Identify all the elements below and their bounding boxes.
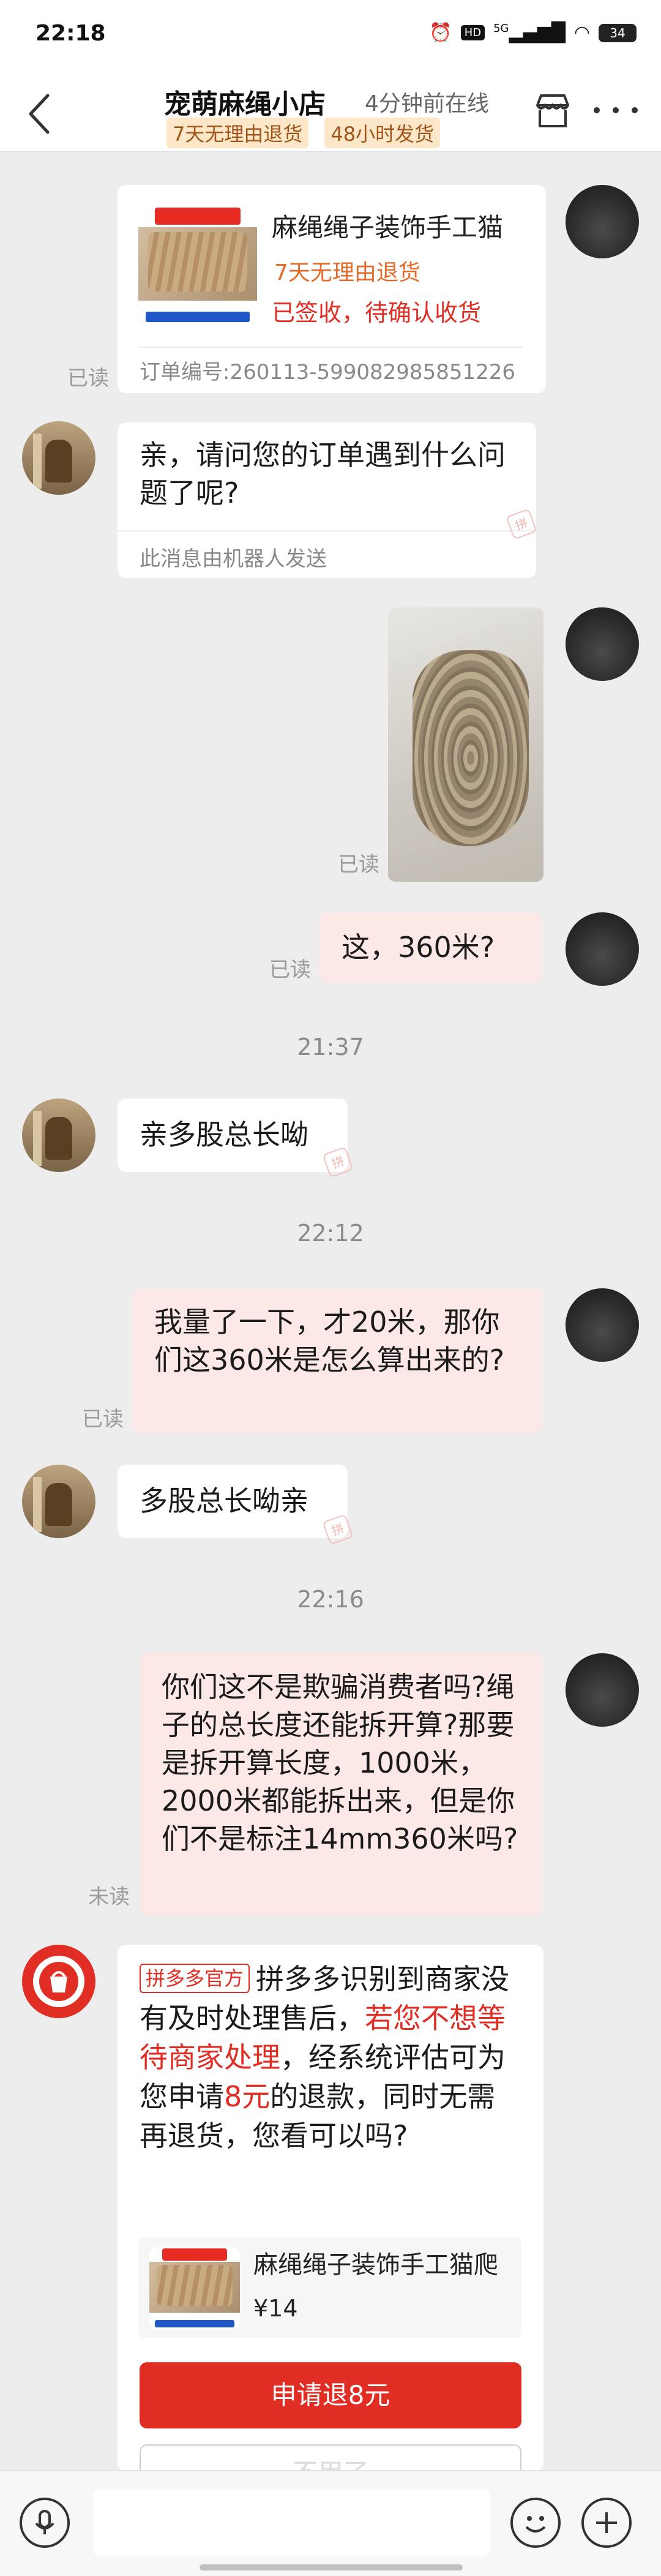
store-icon[interactable] xyxy=(534,92,572,130)
rope-photo[interactable] xyxy=(388,607,543,882)
message-text: 亲多股总长呦 xyxy=(140,1118,308,1151)
alarm-icon: ⏰ xyxy=(429,22,452,43)
refund-product-title: 麻绳绳子装饰手工猫爬 xyxy=(253,2251,498,2279)
timestamp: 22:12 xyxy=(297,1220,364,1247)
read-receipt: 已读 xyxy=(269,958,311,982)
my-avatar[interactable] xyxy=(566,1653,639,1727)
shop-name[interactable]: 宠萌麻绳小店 xyxy=(164,82,326,121)
bot-message: 亲，请问您的订单遇到什么问题了呢? 此消息由机器人发送 xyxy=(118,422,536,578)
timestamp: 22:16 xyxy=(297,1586,364,1613)
message-text: 我量了一下，才20米，那你们这360米是怎么算出来的? xyxy=(154,1305,505,1376)
shop-avatar[interactable] xyxy=(22,421,95,495)
message-input[interactable] xyxy=(93,2489,490,2556)
clock: 22:18 xyxy=(35,21,106,46)
apply-refund-button[interactable]: 申请退8元 xyxy=(140,2362,521,2428)
refund-product-thumbnail[interactable] xyxy=(149,2247,240,2329)
order-product-title: 麻绳绳子装饰手工猫 xyxy=(272,212,504,242)
official-text-red-2: 8元 xyxy=(224,2080,271,2113)
wifi-icon: ◠ xyxy=(573,22,590,43)
status-icons: ⏰ HD 5G▂▄▆█ ◠ 34 xyxy=(429,22,637,43)
battery-icon: 34 xyxy=(599,23,637,42)
hd-icon: HD xyxy=(460,25,485,40)
voice-button[interactable] xyxy=(20,2498,70,2548)
my-message: 你们这不是欺骗消费者吗?绳子的总长度还能拆开算?那要是拆开算长度，1000米，2… xyxy=(140,1653,542,1915)
read-receipt: 已读 xyxy=(82,1407,124,1432)
emoji-button[interactable] xyxy=(510,2498,561,2548)
my-message: 我量了一下，才20米，那你们这360米是怎么算出来的? xyxy=(132,1288,542,1433)
plus-icon xyxy=(596,2512,617,2533)
read-receipt: 已读 xyxy=(338,852,379,877)
timestamp: 21:37 xyxy=(297,1034,364,1061)
my-avatar[interactable] xyxy=(566,185,639,258)
pdd-official-avatar[interactable] xyxy=(22,1945,95,2018)
home-indicator[interactable] xyxy=(200,2564,463,2570)
more-options-icon[interactable] xyxy=(594,98,638,122)
unread-receipt: 未读 xyxy=(88,1885,130,1909)
service-tags: 7天无理由退货 48小时发货 xyxy=(166,118,441,148)
message-text: 你们这不是欺骗消费者吗?绳子的总长度还能拆开算?那要是拆开算长度，1000米，2… xyxy=(162,1670,518,1855)
input-bar xyxy=(0,2470,661,2576)
bot-message-text: 亲，请问您的订单遇到什么问题了呢? xyxy=(140,438,506,509)
message-text: 多股总长呦亲 xyxy=(140,1484,308,1517)
order-number: 订单编号:260113-599082985851226 xyxy=(140,360,515,385)
refund-product-price: ¥14 xyxy=(253,2295,298,2322)
shop-avatar[interactable] xyxy=(22,1098,95,1172)
smiley-icon xyxy=(525,2516,546,2533)
pdd-logo-icon xyxy=(33,1956,84,2007)
my-avatar[interactable] xyxy=(566,1288,639,1362)
pdd-official-text: 拼多多官方 拼多多识别到商家没有及时处理售后，若您不想等待商家处理，经系统评估可为… xyxy=(140,1959,519,2155)
shipping-tag: 48小时发货 xyxy=(324,118,441,148)
message-text: 这，360米? xyxy=(342,931,495,964)
shop-message: 亲多股总长呦 xyxy=(118,1098,348,1172)
order-return-tag: 7天无理由退货 xyxy=(274,260,420,285)
microphone-icon xyxy=(35,2510,54,2534)
pdd-official-tag: 拼多多官方 xyxy=(140,1964,250,1993)
status-bar: 22:18 ⏰ HD 5G▂▄▆█ ◠ 34 xyxy=(0,0,661,73)
online-status: 4分钟前在线 xyxy=(365,91,489,116)
my-message: 这，360米? xyxy=(319,912,542,983)
shop-message: 多股总长呦亲 xyxy=(118,1465,348,1538)
signal-icon: 5G▂▄▆█ xyxy=(493,22,566,43)
back-arrow-icon[interactable] xyxy=(24,92,54,136)
my-avatar[interactable] xyxy=(566,912,639,986)
order-product-thumbnail[interactable] xyxy=(138,206,257,325)
divider xyxy=(138,347,523,348)
my-avatar[interactable] xyxy=(566,607,639,681)
order-status: 已签收，待确认收货 xyxy=(272,299,482,326)
return-policy-tag: 7天无理由退货 xyxy=(166,118,309,148)
shop-avatar[interactable] xyxy=(22,1465,95,1538)
read-receipt: 已读 xyxy=(67,366,109,391)
bot-note: 此消息由机器人发送 xyxy=(140,547,327,571)
more-functions-button[interactable] xyxy=(581,2498,632,2548)
chat-header: 宠萌麻绳小店 4分钟前在线 7天无理由退货 48小时发货 xyxy=(0,73,661,152)
